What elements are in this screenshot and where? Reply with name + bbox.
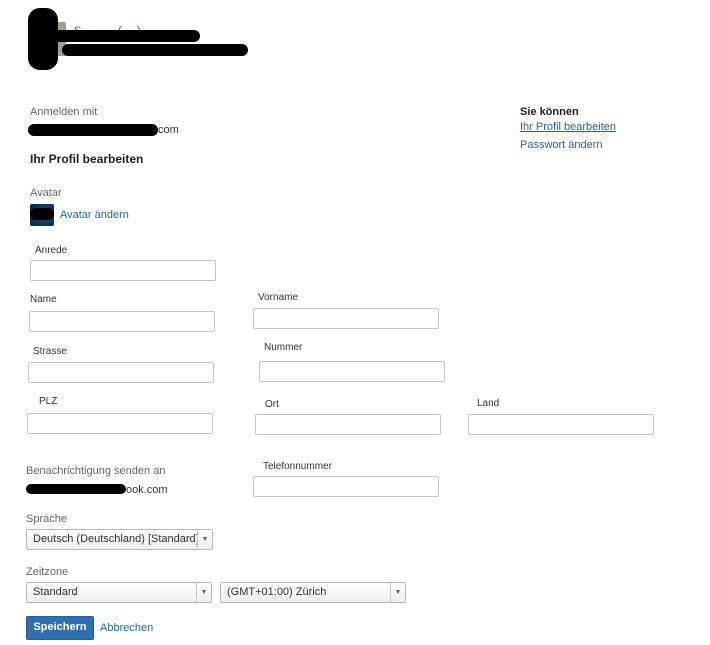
nummer-input[interactable] (259, 361, 445, 382)
chevron-down-icon: ▼ (390, 583, 405, 602)
plz-input[interactable] (27, 413, 213, 434)
save-button[interactable]: Speichern (26, 616, 94, 640)
sidebar-title: Sie können (520, 106, 579, 118)
page-title: Ihr Profil bearbeiten (30, 152, 144, 166)
telefon-label: Telefonnummer (263, 461, 332, 472)
sidebar-link-edit-profile[interactable]: Ihr Profil bearbeiten (520, 121, 616, 133)
ort-input[interactable] (255, 414, 441, 435)
ort-label: Ort (265, 399, 279, 410)
name-input[interactable] (29, 311, 215, 332)
timezone-label: Zeitzone (26, 566, 69, 578)
notification-label: Benachrichtigung senden an (26, 465, 166, 477)
timezone-zone-value: (GMT+01:00) Zürich (227, 586, 327, 598)
cancel-link[interactable]: Abbrechen (100, 622, 153, 634)
redaction-mark (62, 44, 248, 56)
language-select[interactable]: Deutsch (Deutschland) [Standard] ▼ (26, 529, 213, 550)
plz-label: PLZ (39, 396, 58, 407)
redaction-mark (28, 124, 158, 136)
language-label: Sprache (26, 513, 67, 525)
timezone-zone-select[interactable]: (GMT+01:00) Zürich ▼ (220, 582, 406, 603)
telefon-input[interactable] (253, 476, 439, 497)
land-input[interactable] (468, 414, 654, 435)
timezone-region-select[interactable]: Standard ▼ (26, 582, 212, 603)
language-selected-value: Deutsch (Deutschland) [Standard] (33, 533, 199, 545)
land-label: Land (477, 398, 500, 409)
anrede-label: Anrede (35, 245, 68, 256)
vorname-label: Vorname (258, 292, 299, 303)
strasse-input[interactable] (28, 362, 214, 383)
avatar-change-link[interactable]: Avatar ändern (60, 209, 129, 221)
timezone-region-value: Standard (33, 586, 78, 598)
anrede-input[interactable] (30, 260, 216, 281)
redaction-mark (30, 208, 54, 220)
redaction-mark (26, 484, 126, 494)
nummer-label: Nummer (264, 342, 303, 353)
login-email: com (158, 124, 179, 136)
notification-email: ook.com (126, 484, 168, 496)
login-label: Anmelden mit (30, 106, 98, 118)
vorname-input[interactable] (253, 308, 439, 329)
name-label: Name (30, 294, 57, 305)
redaction-mark (50, 30, 200, 42)
chevron-down-icon: ▼ (196, 583, 211, 602)
sidebar-link-change-password[interactable]: Passwort ändern (520, 139, 603, 151)
chevron-down-icon: ▼ (197, 530, 212, 549)
avatar-label: Avatar (30, 187, 62, 199)
strasse-label: Strasse (33, 346, 67, 357)
